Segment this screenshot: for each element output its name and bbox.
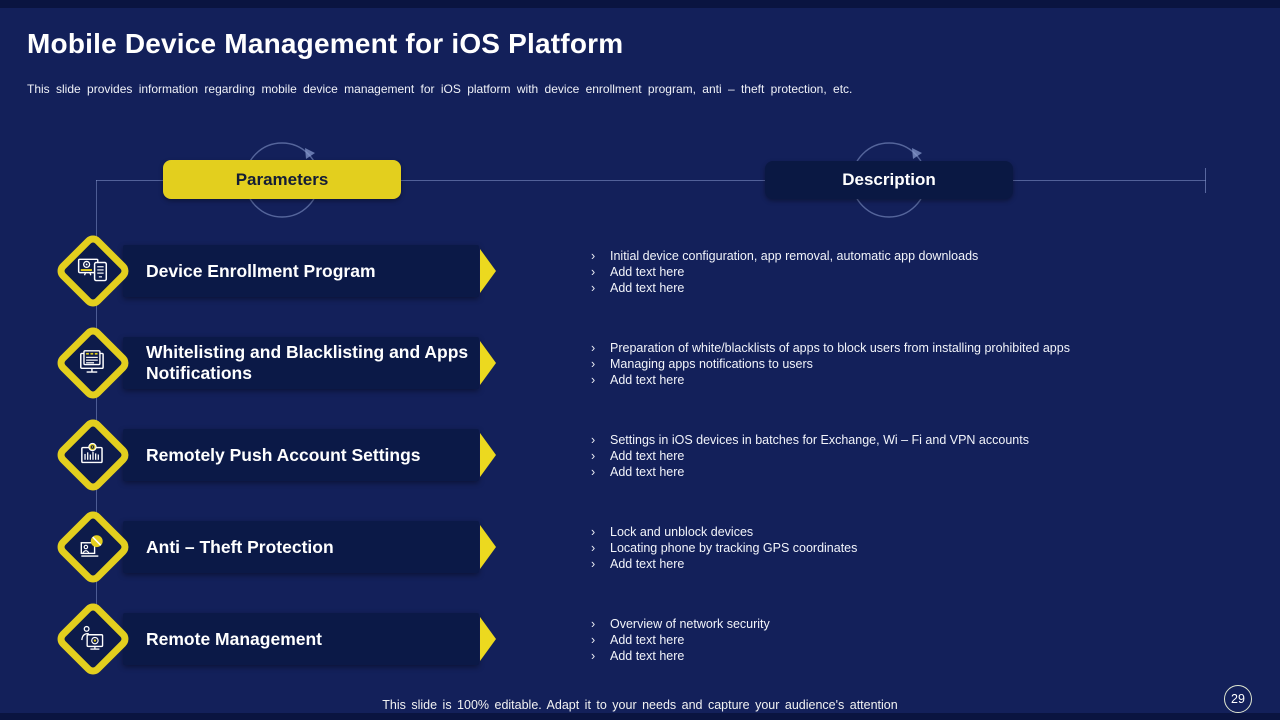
- row-description-list: › Initial device configuration, app remov…: [591, 248, 1241, 296]
- remote-management-icon: [81, 625, 104, 650]
- row-bar-push-settings: Remotely Push Account Settings: [123, 429, 479, 481]
- bullet-text: Locating phone by tracking GPS coordinat…: [610, 541, 858, 555]
- chevron-bullet-icon: ›: [591, 525, 596, 539]
- slide: Mobile Device Management for iOS Platfor…: [0, 0, 1280, 720]
- row-arrow-icon: [480, 433, 496, 477]
- row-title: Anti – Theft Protection: [146, 536, 334, 557]
- chevron-bullet-icon: ›: [591, 249, 596, 263]
- chevron-bullet-icon: ›: [591, 341, 596, 355]
- page-subtitle: This slide provides information regardin…: [27, 82, 853, 96]
- row-arrow-icon: [480, 341, 496, 385]
- row-arrow-icon: [480, 617, 496, 661]
- row-diamond: [53, 231, 133, 311]
- bullet-text: Add text here: [610, 265, 685, 279]
- row-title: Device Enrollment Program: [146, 260, 376, 281]
- bullet-text: Add text here: [610, 373, 685, 387]
- chevron-bullet-icon: ›: [591, 373, 596, 387]
- parameters-header: Parameters: [163, 160, 401, 199]
- bullet-text: Settings in iOS devices in batches for E…: [610, 433, 1029, 447]
- chevron-bullet-icon: ›: [591, 465, 596, 479]
- whitelist-blacklist-icon: [80, 350, 104, 373]
- bullet-text: Initial device configuration, app remova…: [610, 249, 979, 263]
- bullet-item: › Add text here: [591, 448, 1241, 464]
- bullet-text: Overview of network security: [610, 617, 770, 631]
- row-diamond: [53, 415, 133, 495]
- row-description-list: › Overview of network security › Add text …: [591, 616, 1241, 664]
- parameters-header-label: Parameters: [235, 169, 329, 189]
- bullet-item: › Add text here: [591, 372, 1241, 388]
- bullet-text: Add text here: [610, 449, 685, 463]
- anti-theft-icon: [80, 535, 103, 557]
- footer-note: This slide is 100% editable. Adapt it to…: [382, 698, 898, 712]
- chevron-bullet-icon: ›: [591, 433, 596, 447]
- top-accent-strip: [0, 0, 1280, 8]
- chevron-bullet-icon: ›: [591, 633, 596, 647]
- bullet-item: › Preparation of white/blacklists of apps…: [591, 340, 1241, 356]
- push-settings-icon: [81, 442, 103, 464]
- bullet-item: › Settings in iOS devices in batches for …: [591, 432, 1241, 448]
- description-header-label: Description: [842, 170, 936, 189]
- chevron-bullet-icon: ›: [591, 357, 596, 371]
- bullet-item: › Add text here: [591, 556, 1241, 572]
- row-diamond: [53, 599, 133, 679]
- bullet-text: Add text here: [610, 281, 685, 295]
- connector-end-tick: [1205, 168, 1206, 193]
- bullet-text: Add text here: [610, 649, 685, 663]
- row-bar-whitelisting: Whitelisting and Blacklisting and Apps N…: [123, 337, 479, 389]
- bullet-text: Preparation of white/blacklists of apps …: [610, 341, 1070, 355]
- bullet-item: › Add text here: [591, 264, 1241, 280]
- bullet-item: › Locating phone by tracking GPS coordina…: [591, 540, 1241, 556]
- bullet-item: › Add text here: [591, 648, 1241, 664]
- row-diamond: [53, 323, 133, 403]
- chevron-bullet-icon: ›: [591, 617, 596, 631]
- row-description-list: › Preparation of white/blacklists of apps…: [591, 340, 1241, 388]
- bullet-item: › Add text here: [591, 632, 1241, 648]
- row-bar-anti-theft: Anti – Theft Protection: [123, 521, 479, 573]
- bullet-item: › Add text here: [591, 280, 1241, 296]
- row-arrow-icon: [480, 249, 496, 293]
- chevron-bullet-icon: ›: [591, 541, 596, 555]
- bullet-text: Lock and unblock devices: [610, 525, 754, 539]
- row-title: Remote Management: [146, 628, 323, 649]
- row-arrow-icon: [480, 525, 496, 569]
- row-title: Whitelisting and Blacklisting and Apps N…: [146, 342, 469, 383]
- chevron-bullet-icon: ›: [591, 649, 596, 663]
- row-bar-device-enrollment: Device Enrollment Program: [123, 245, 479, 297]
- row-bar-remote-management: Remote Management: [123, 613, 479, 665]
- bullet-text: Add text here: [610, 557, 685, 571]
- chevron-bullet-icon: ›: [591, 265, 596, 279]
- row-description-list: › Settings in iOS devices in batches for …: [591, 432, 1241, 480]
- bottom-accent-strip: [0, 713, 1280, 720]
- bullet-text: Add text here: [610, 465, 685, 479]
- bullet-item: › Add text here: [591, 464, 1241, 480]
- chevron-bullet-icon: ›: [591, 281, 596, 295]
- device-enrollment-icon: [77, 258, 108, 282]
- bullet-item: › Managing apps notifications to users: [591, 356, 1241, 372]
- bullet-item: › Initial device configuration, app remov…: [591, 248, 1241, 264]
- page-number-badge: 29: [1224, 685, 1252, 713]
- page-title: Mobile Device Management for iOS Platfor…: [27, 28, 624, 59]
- bullet-text: Managing apps notifications to users: [610, 357, 813, 371]
- bullet-item: › Lock and unblock devices: [591, 524, 1241, 540]
- page-number: 29: [1231, 692, 1245, 706]
- bullet-item: › Overview of network security: [591, 616, 1241, 632]
- row-description-list: › Lock and unblock devices › Locating phon…: [591, 524, 1241, 572]
- row-diamond: [53, 507, 133, 587]
- bullet-text: Add text here: [610, 633, 685, 647]
- chevron-bullet-icon: ›: [591, 449, 596, 463]
- description-header: Description: [765, 161, 1013, 199]
- chevron-bullet-icon: ›: [591, 557, 596, 571]
- row-title: Remotely Push Account Settings: [146, 444, 421, 465]
